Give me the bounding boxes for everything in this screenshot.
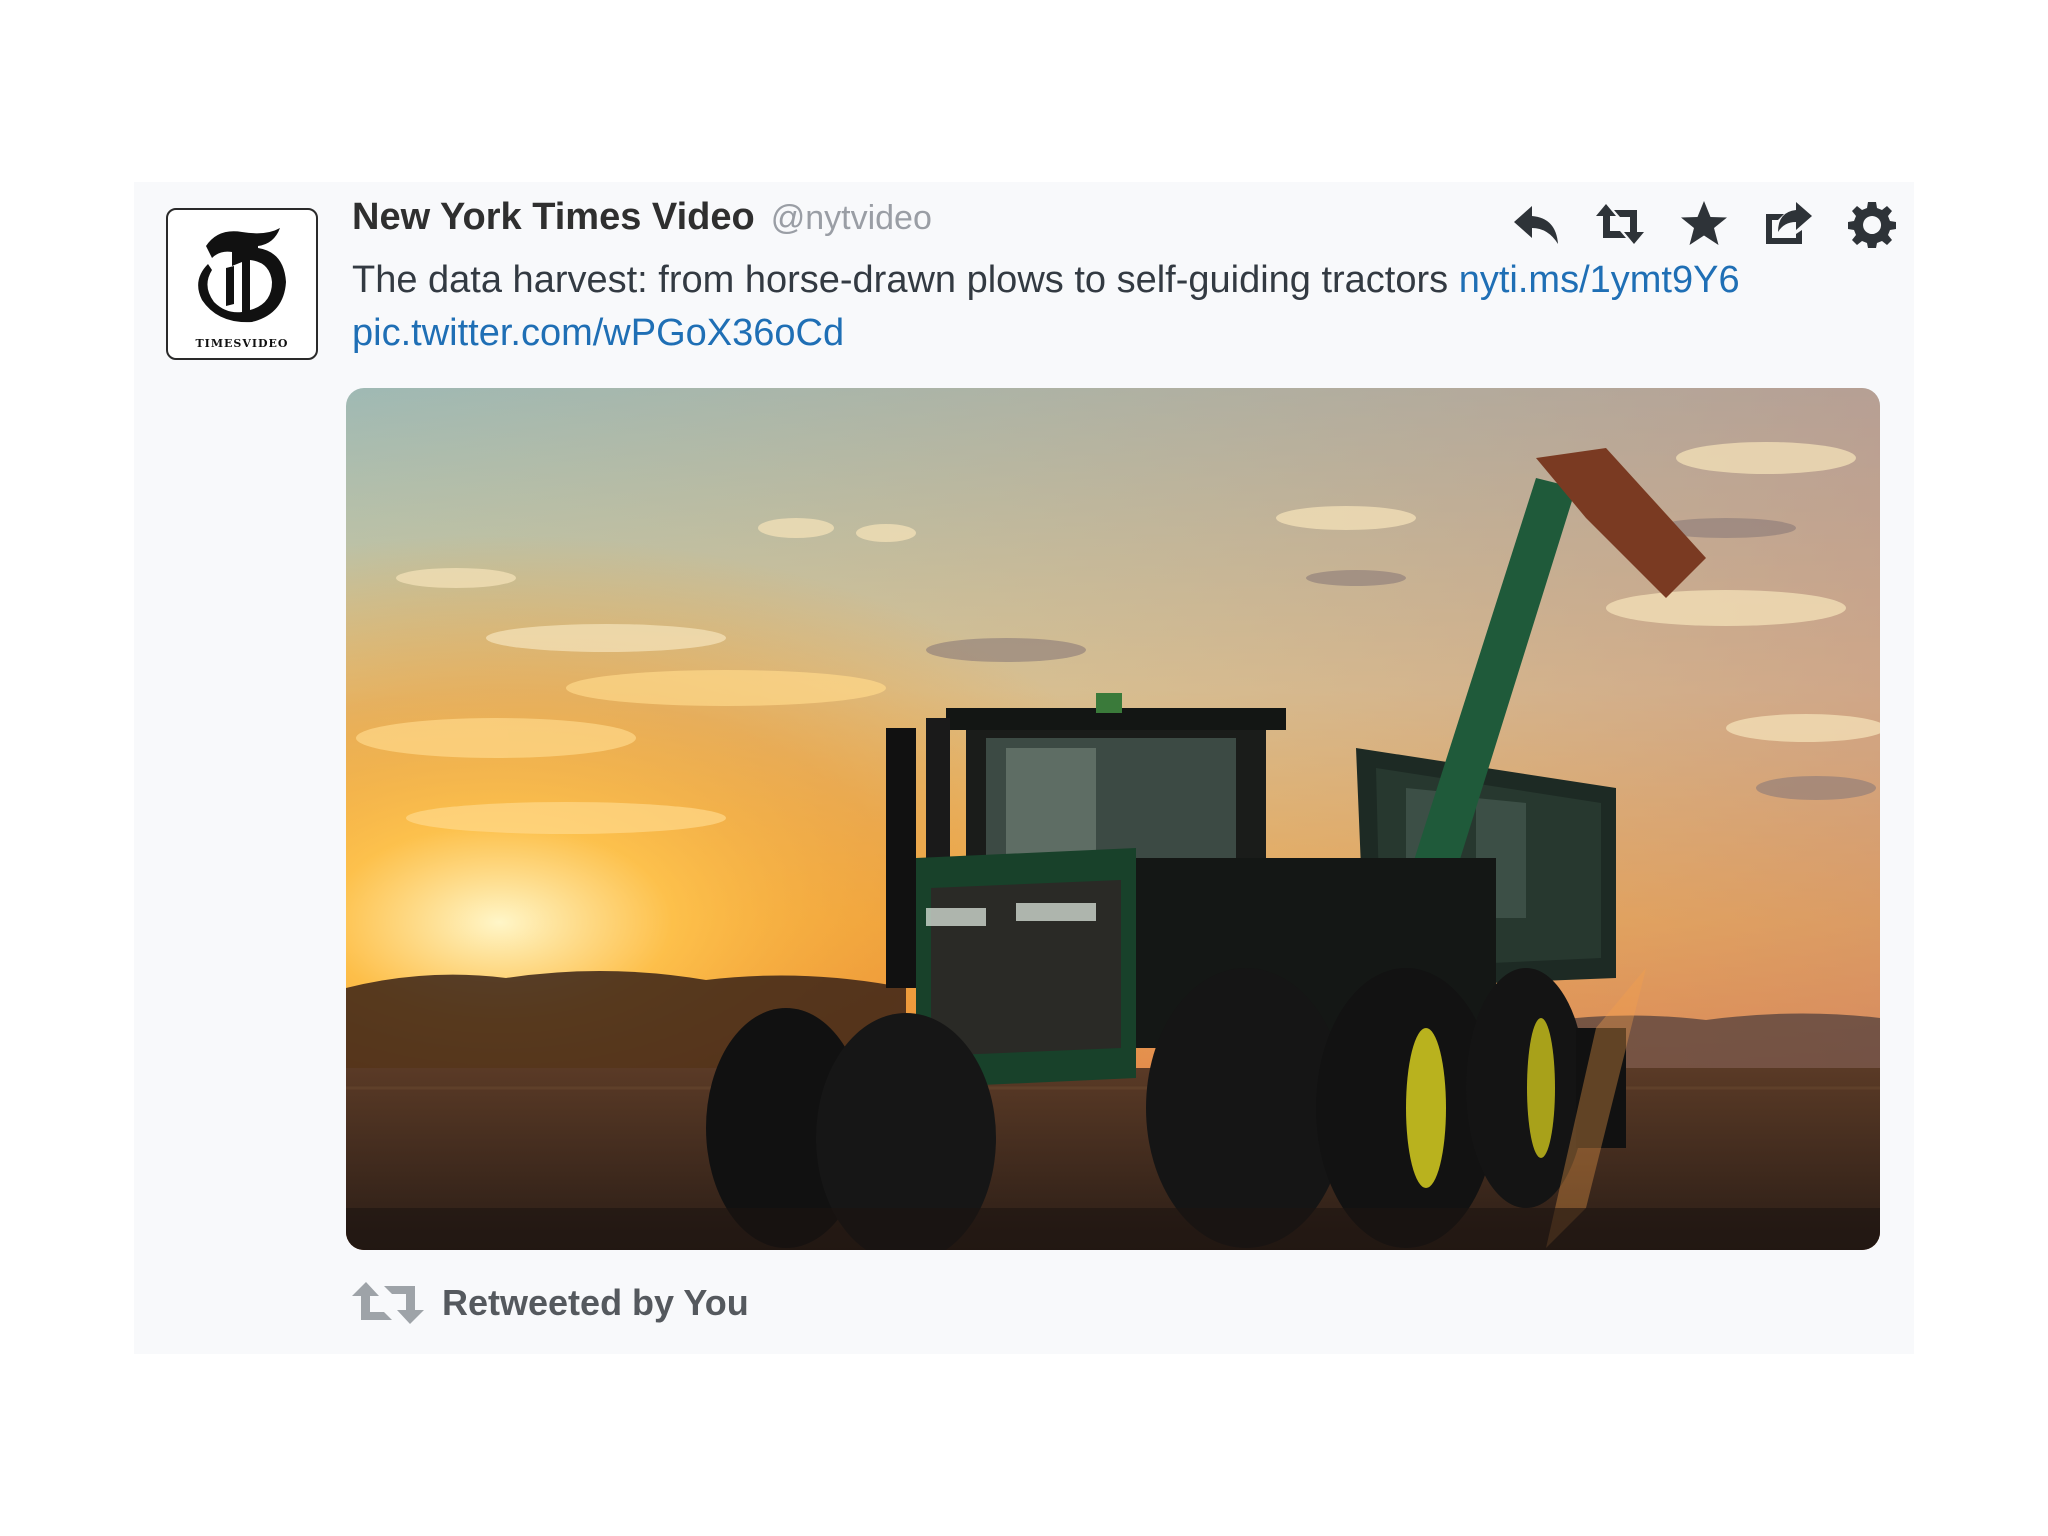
gear-icon xyxy=(1848,202,1896,248)
user-handle[interactable]: @nytvideo xyxy=(771,199,932,238)
tractor-sunset-photo xyxy=(346,388,1880,1250)
reply-button[interactable] xyxy=(1508,196,1564,252)
star-icon xyxy=(1681,201,1727,245)
retweet-icon xyxy=(352,1282,424,1324)
more-button[interactable] xyxy=(1844,196,1900,252)
tweet-actions xyxy=(1508,196,1900,252)
tweet-header: New York Times Video @nytvideo xyxy=(352,196,932,252)
retweet-button[interactable] xyxy=(1592,196,1648,252)
media-link[interactable]: pic.twitter.com/wPGoX36oCd xyxy=(352,312,844,354)
retweet-context: Retweeted by You xyxy=(350,1280,749,1326)
avatar-caption: TIMESVIDEO xyxy=(195,337,289,350)
avatar[interactable]: TIMESVIDEO xyxy=(166,208,318,360)
reply-icon xyxy=(1514,206,1558,244)
nyt-logo-icon xyxy=(198,228,286,323)
tweet-photo[interactable] xyxy=(346,388,1880,1250)
favorite-button[interactable] xyxy=(1676,196,1732,252)
share-button[interactable] xyxy=(1760,196,1816,252)
shortened-link[interactable]: nyti.ms/1ymt9Y6 xyxy=(1459,259,1740,301)
tweet-body: The data harvest: from horse-drawn plows… xyxy=(352,259,1449,301)
tweet-card[interactable]: TIMESVIDEO New York Times Video @nytvide… xyxy=(134,182,1914,1354)
display-name[interactable]: New York Times Video xyxy=(352,196,755,239)
share-icon xyxy=(1766,202,1812,244)
retweet-context-label[interactable]: Retweeted by You xyxy=(442,1282,749,1324)
tweet-text: The data harvest: from horse-drawn plows… xyxy=(352,254,1832,360)
retweet-icon xyxy=(1596,204,1644,244)
